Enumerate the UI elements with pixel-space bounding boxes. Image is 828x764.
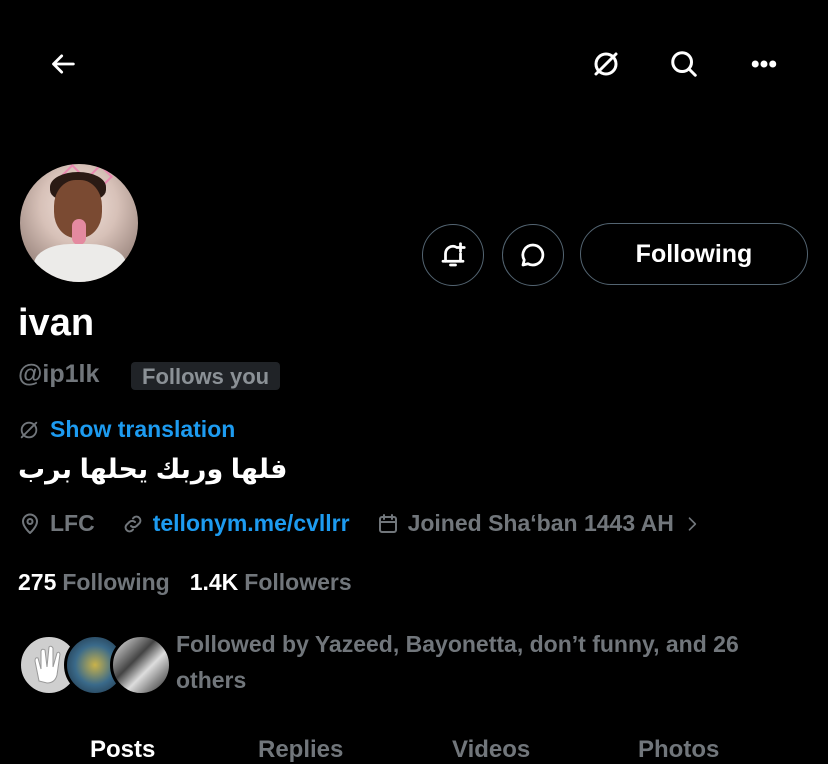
follow-stats: 275 Following 1.4K Followers xyxy=(18,569,352,596)
follower-avatar xyxy=(110,634,172,696)
translate-slash-icon xyxy=(20,421,38,438)
following-count: 275 xyxy=(18,569,57,595)
link-icon xyxy=(124,515,142,532)
tab-videos[interactable]: Videos xyxy=(452,736,530,764)
message-button[interactable] xyxy=(502,224,564,286)
followed-by-avatars[interactable] xyxy=(18,634,172,696)
translate-button[interactable] xyxy=(586,44,626,84)
tab-posts[interactable]: Posts xyxy=(90,736,155,764)
display-name: ivan xyxy=(18,302,95,344)
profile-tabs: Posts Replies Videos Photos xyxy=(0,730,828,763)
follows-you-badge: Follows you xyxy=(131,362,281,390)
back-button[interactable] xyxy=(44,44,84,84)
followers-count: 1.4K xyxy=(189,569,239,595)
followed-by-text[interactable]: Followed by Yazeed, Bayonetta, don’t fun… xyxy=(176,626,806,698)
user-handle: @ip1lk xyxy=(18,360,100,388)
more-button[interactable] xyxy=(744,44,784,84)
location: LFC xyxy=(18,510,95,537)
chevron-right-icon xyxy=(688,516,697,531)
tab-replies[interactable]: Replies xyxy=(258,736,343,764)
more-horizontal-icon xyxy=(751,60,777,68)
show-translation-link[interactable]: Show translation xyxy=(50,416,235,443)
search-button[interactable] xyxy=(664,44,704,84)
location-pin-icon xyxy=(22,513,38,534)
joined-text: Joined Sha‘ban 1443 AH xyxy=(407,510,674,536)
tab-photos[interactable]: Photos xyxy=(638,736,719,764)
arrow-left-icon xyxy=(52,54,75,74)
search-icon xyxy=(671,51,697,77)
following-button[interactable]: Following xyxy=(580,223,808,285)
bio-text: فلها وربك يحلها برب xyxy=(18,454,288,484)
following-stat[interactable]: 275 Following xyxy=(18,569,170,596)
followers-label: Followers xyxy=(244,569,352,595)
following-label: Following xyxy=(62,569,170,595)
profile-avatar[interactable] xyxy=(18,162,140,284)
translation-row: Show translation xyxy=(18,416,235,443)
location-text: LFC xyxy=(50,510,95,536)
website-link[interactable]: tellonym.me/cvllrr xyxy=(153,510,350,537)
calendar-icon xyxy=(378,513,397,533)
bell-plus-icon xyxy=(441,242,466,267)
notify-button[interactable] xyxy=(422,224,484,286)
joined-date[interactable]: Joined Sha‘ban 1443 AH xyxy=(376,510,702,537)
message-bubble-icon xyxy=(521,243,545,267)
followers-stat[interactable]: 1.4K Followers xyxy=(190,569,352,596)
translate-slash-icon xyxy=(594,52,618,76)
website: tellonym.me/cvllrr xyxy=(121,510,350,537)
profile-meta: LFC tellonym.me/cvllrr Joined Sha‘ban 14… xyxy=(18,510,728,537)
